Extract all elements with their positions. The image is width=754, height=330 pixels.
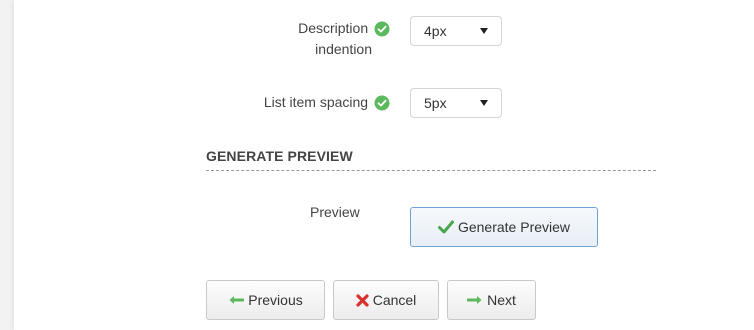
next-label: Next bbox=[487, 292, 516, 308]
previous-button[interactable]: Previous bbox=[206, 280, 325, 320]
section-title: GENERATE PREVIEW bbox=[206, 148, 353, 164]
description-indention-label-line2: indention bbox=[315, 41, 372, 57]
list-item-spacing-select[interactable]: 5px bbox=[410, 88, 502, 118]
description-indention-label-line1: Description bbox=[298, 20, 369, 36]
next-button[interactable]: Next bbox=[447, 280, 536, 320]
cancel-label: Cancel bbox=[372, 292, 417, 308]
chevron-down-icon bbox=[480, 100, 488, 106]
previous-label: Previous bbox=[248, 292, 303, 308]
description-indention-label-text: Description indention bbox=[298, 18, 390, 60]
description-indention-select[interactable]: 4px bbox=[410, 16, 502, 46]
list-item-spacing-label-text: List item spacing bbox=[263, 94, 369, 110]
generate-preview-button[interactable]: Generate Preview bbox=[410, 207, 598, 247]
arrow-right-icon bbox=[467, 296, 482, 305]
check-circle-icon bbox=[374, 21, 390, 37]
list-item-spacing-label: List item spacing bbox=[264, 92, 390, 113]
check-circle-icon bbox=[374, 95, 390, 111]
x-icon bbox=[356, 294, 369, 307]
section-divider bbox=[206, 170, 656, 171]
description-indention-label: Description indention bbox=[298, 18, 390, 60]
arrow-left-icon bbox=[229, 296, 245, 305]
cancel-button[interactable]: Cancel bbox=[333, 280, 439, 320]
chevron-down-icon bbox=[480, 28, 488, 34]
wizard-panel: Description indention 4px List item spac… bbox=[14, 0, 754, 330]
checkmark-icon bbox=[437, 220, 454, 234]
generate-preview-label: Generate Preview bbox=[457, 219, 571, 235]
list-item-spacing-value: 5px bbox=[424, 95, 447, 111]
description-indention-value: 4px bbox=[424, 23, 447, 39]
preview-label: Preview bbox=[310, 204, 360, 220]
